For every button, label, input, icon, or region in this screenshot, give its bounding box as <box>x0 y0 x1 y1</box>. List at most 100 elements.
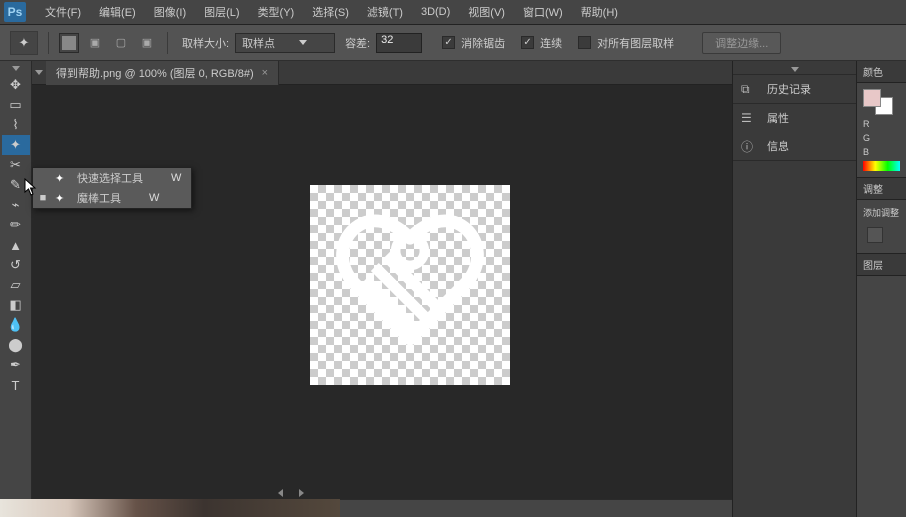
stamp-icon: ▲ <box>9 238 22 253</box>
menu-help[interactable]: 帮助(H) <box>572 0 627 25</box>
menu-view[interactable]: 视图(V) <box>459 0 514 25</box>
tabs-collapse[interactable] <box>32 61 46 85</box>
color-ramp[interactable] <box>863 161 900 171</box>
dodge-icon: ⬤ <box>8 337 23 353</box>
contiguous-checkbox[interactable] <box>521 36 534 49</box>
panel-label: 历史记录 <box>767 81 811 97</box>
blur-icon: 💧 <box>7 317 23 333</box>
flyout-quick-select[interactable]: ✦ 快速选择工具 W <box>33 168 191 188</box>
wand-icon: ✦ <box>10 137 21 153</box>
history-icon: ⧉ <box>741 82 759 97</box>
lasso-icon: ⌇ <box>12 117 18 133</box>
healing-tool[interactable]: ⌁ <box>2 195 30 215</box>
document-tabs: 得到帮助.png @ 100% (图层 0, RGB/8#) × <box>32 61 732 85</box>
anti-alias-label: 消除锯齿 <box>461 35 505 51</box>
gradient-icon: ◧ <box>9 297 21 313</box>
menu-edit[interactable]: 编辑(E) <box>90 0 145 25</box>
selection-mode-intersect[interactable]: ▣ <box>137 33 157 53</box>
move-tool[interactable]: ✥ <box>2 75 30 95</box>
contiguous-label: 连续 <box>540 35 562 51</box>
marquee-tool[interactable]: ▭ <box>2 95 30 115</box>
document-tab[interactable]: 得到帮助.png @ 100% (图层 0, RGB/8#) × <box>46 61 279 85</box>
toolbox-collapse[interactable] <box>2 63 30 73</box>
eraser-tool[interactable]: ▱ <box>2 275 30 295</box>
main-area: ✥ ▭ ⌇ ✦ ✂ ✎ ⌁ ✏ ▲ ↺ ▱ ◧ 💧 ⬤ ✒ T 得到帮助.png… <box>0 61 906 517</box>
refine-edge-button[interactable]: 调整边缘... <box>702 32 781 54</box>
panel-collapse[interactable] <box>733 65 856 75</box>
move-icon: ✥ <box>10 77 21 93</box>
flyout-magic-wand[interactable]: ■ ✦ 魔棒工具 W <box>33 188 191 208</box>
eyedropper-icon: ✎ <box>10 177 21 193</box>
type-icon: T <box>12 378 20 393</box>
lasso-tool[interactable]: ⌇ <box>2 115 30 135</box>
window-below-peek <box>0 499 340 517</box>
color-panel-tab[interactable]: 颜色 <box>857 61 906 83</box>
eyedropper-tool[interactable]: ✎ <box>2 175 30 195</box>
wand-icon: ✦ <box>19 35 30 51</box>
toolbox: ✥ ▭ ⌇ ✦ ✂ ✎ ⌁ ✏ ▲ ↺ ▱ ◧ 💧 ⬤ ✒ T <box>0 61 32 517</box>
sample-size-dropdown[interactable]: 取样点 <box>235 33 335 53</box>
properties-icon: ☰ <box>741 111 759 125</box>
selection-mode-subtract[interactable]: ▢ <box>111 33 131 53</box>
pen-icon: ✒ <box>10 357 21 373</box>
wand-tool[interactable]: ✦ <box>2 135 30 155</box>
g-label: G <box>863 133 900 143</box>
pen-tool[interactable]: ✒ <box>2 355 30 375</box>
close-icon[interactable]: × <box>262 67 268 79</box>
all-layers-label: 对所有图层取样 <box>597 35 674 51</box>
blur-tool[interactable]: 💧 <box>2 315 30 335</box>
quick-select-icon: ✦ <box>55 172 69 185</box>
gradient-tool[interactable]: ◧ <box>2 295 30 315</box>
menu-layer[interactable]: 图层(L) <box>195 0 248 25</box>
all-layers-checkbox[interactable] <box>578 36 591 49</box>
layers-panel-tab[interactable]: 图层 <box>857 254 906 276</box>
sample-size-value: 取样点 <box>242 35 275 51</box>
history-brush-tool[interactable]: ↺ <box>2 255 30 275</box>
adjustments-panel-tab[interactable]: 调整 <box>857 178 906 200</box>
dodge-tool[interactable]: ⬤ <box>2 335 30 355</box>
color-swatches[interactable] <box>863 89 893 115</box>
flyout-shortcut: W <box>149 192 159 204</box>
divider <box>167 32 168 54</box>
type-tool[interactable]: T <box>2 375 30 395</box>
panel-dock: ⧉ 历史记录 ☰ 属性 ⓘ 信息 <box>732 61 856 517</box>
divider <box>48 32 49 54</box>
menu-image[interactable]: 图像(I) <box>145 0 195 25</box>
menu-type[interactable]: 类型(Y) <box>249 0 304 25</box>
canvas-viewport[interactable] <box>32 85 732 499</box>
options-bar: ✦ ▣ ▢ ▣ 取样大小: 取样点 容差: 32 消除锯齿 连续 对所有图层取样… <box>0 25 906 61</box>
crop-tool[interactable]: ✂ <box>2 155 30 175</box>
app-logo: Ps <box>4 2 26 22</box>
menu-select[interactable]: 选择(S) <box>303 0 358 25</box>
menu-file[interactable]: 文件(F) <box>36 0 90 25</box>
canvas[interactable] <box>310 185 510 385</box>
right-panels: 颜色 R G B 调整 添加调整 图层 <box>856 61 906 517</box>
menu-3d[interactable]: 3D(D) <box>412 0 459 25</box>
bandage-icon: ⌁ <box>12 197 20 213</box>
marquee-icon: ▭ <box>9 97 21 113</box>
panel-label: 属性 <box>767 110 789 126</box>
selection-mode-new[interactable] <box>59 33 79 53</box>
anti-alias-checkbox[interactable] <box>442 36 455 49</box>
flyout-label: 快速选择工具 <box>77 170 143 186</box>
menu-window[interactable]: 窗口(W) <box>514 0 572 25</box>
menu-bar: Ps 文件(F) 编辑(E) 图像(I) 图层(L) 类型(Y) 选择(S) 滤… <box>0 0 906 25</box>
stamp-tool[interactable]: ▲ <box>2 235 30 255</box>
flyout-label: 魔棒工具 <box>77 190 121 206</box>
info-icon: ⓘ <box>741 138 759 155</box>
eraser-icon: ▱ <box>11 277 21 293</box>
current-tool-indicator[interactable]: ✦ <box>10 31 38 55</box>
foreground-swatch[interactable] <box>863 89 881 107</box>
panel-properties[interactable]: ☰ 属性 <box>733 104 856 132</box>
horizontal-scrollbar[interactable] <box>278 487 318 499</box>
tolerance-input[interactable]: 32 <box>376 33 422 53</box>
panel-history[interactable]: ⧉ 历史记录 <box>733 75 856 103</box>
adjustment-icon[interactable] <box>867 227 883 243</box>
menu-filter[interactable]: 滤镜(T) <box>358 0 412 25</box>
brush-tool[interactable]: ✏ <box>2 215 30 235</box>
panel-label: 信息 <box>767 138 789 154</box>
tolerance-label: 容差: <box>345 35 370 51</box>
add-adjust-label: 添加调整 <box>863 206 900 219</box>
selection-mode-add[interactable]: ▣ <box>85 33 105 53</box>
panel-info[interactable]: ⓘ 信息 <box>733 132 856 160</box>
